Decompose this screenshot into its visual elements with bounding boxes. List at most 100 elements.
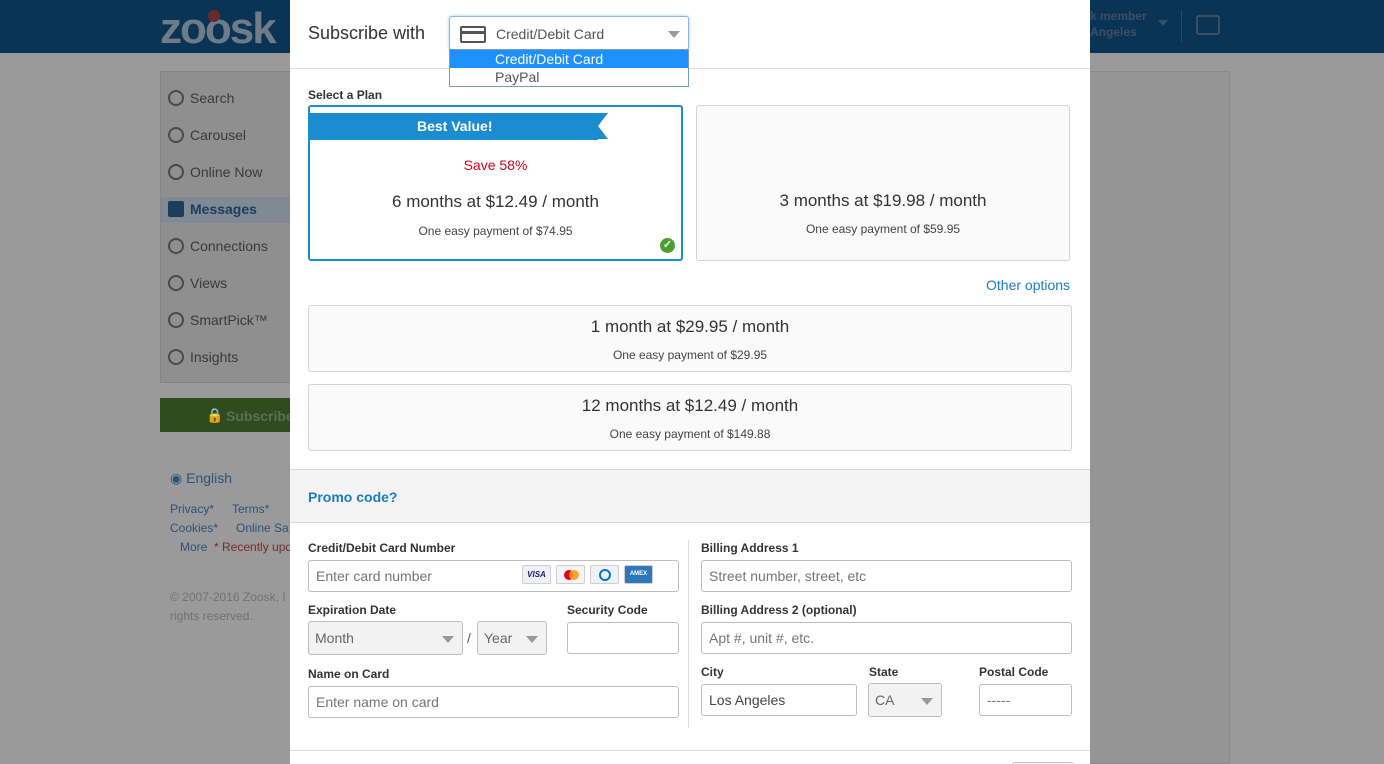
sidebar-item-search[interactable]: Search — [168, 88, 234, 108]
city-label: City — [701, 665, 724, 679]
terms-link[interactable]: Terms* — [232, 502, 269, 516]
sidebar-item-messages[interactable]: Messages — [168, 199, 257, 219]
connections-icon — [168, 238, 184, 254]
sidebar-item-label: Views — [190, 275, 228, 291]
chevron-down-icon — [442, 636, 454, 643]
plan-price: 1 month at $29.95 / month — [590, 317, 790, 336]
sidebar-item-insights[interactable]: Insights — [168, 347, 238, 367]
chevron-down-icon[interactable] — [1158, 20, 1168, 26]
sidebar-item-views[interactable]: Views — [168, 273, 227, 293]
plan-card-1-month[interactable]: 1 month at $29.95 / month One easy payme… — [308, 305, 1072, 372]
american-express-icon: AMEX — [624, 565, 653, 584]
best-value-ribbon: Best Value! — [308, 113, 598, 140]
security-code-input[interactable] — [567, 622, 679, 654]
chevron-down-icon — [921, 698, 933, 705]
expiration-year-select[interactable]: Year — [477, 621, 547, 655]
sidebar-item-label: Messages — [190, 201, 257, 217]
subscription-modal: Subscribe with Credit/Debit Card Select … — [290, 0, 1090, 764]
plan-price: 12 months at $12.49 / month — [581, 396, 799, 415]
form-divider — [688, 540, 689, 728]
month-value: Month — [315, 630, 354, 646]
payment-option-paypal[interactable]: PayPal — [450, 68, 688, 86]
user-menu[interactable]: k member Angeles — [1090, 8, 1147, 40]
logo-heart-icon — [208, 10, 220, 22]
payment-method-select[interactable]: Credit/Debit Card — [449, 16, 689, 50]
copyright-line1: © 2007-2016 Zoosk, I — [170, 590, 286, 604]
cookies-link[interactable]: Cookies* — [170, 521, 218, 535]
plan-card-6-months[interactable]: Best Value! Save 58% 6 months at $12.49 … — [308, 105, 683, 261]
sidebar-item-connections[interactable]: Connections — [168, 236, 268, 256]
views-icon — [168, 275, 184, 291]
plan-card-12-months[interactable]: 12 months at $12.49 / month One easy pay… — [308, 384, 1072, 451]
copyright-line2: rights reserved. — [170, 609, 253, 623]
subscribe-with-label: Subscribe with — [308, 23, 426, 43]
sidebar-item-label: Search — [190, 90, 235, 106]
state-select[interactable]: CA — [868, 683, 942, 717]
expiration-month-select[interactable]: Month — [308, 621, 463, 655]
year-value: Year — [484, 630, 513, 646]
plan-payment: One easy payment of $149.88 — [609, 427, 771, 441]
sidebar-item-label: Insights — [190, 349, 239, 365]
chat-icon[interactable] — [1196, 15, 1220, 35]
billing-address-1-input[interactable] — [701, 560, 1072, 592]
online-now-icon — [168, 164, 184, 180]
plan-payment: One easy payment of $59.95 — [805, 222, 961, 236]
ribbon-tail — [598, 113, 608, 139]
plan-card-3-months[interactable]: 3 months at $19.98 / month One easy paym… — [696, 105, 1070, 261]
sidebar-item-label: Connections — [190, 238, 268, 254]
billing-address-2-label: Billing Address 2 (optional) — [701, 603, 857, 617]
sidebar-subscribe-button[interactable]: 🔒 Subscribe — [160, 398, 295, 432]
plan-price: 3 months at $19.98 / month — [779, 191, 987, 210]
right-panel — [1090, 71, 1230, 764]
postal-code-input[interactable] — [979, 684, 1072, 716]
city-input[interactable] — [701, 684, 857, 716]
smartpick-icon — [168, 312, 184, 328]
plan-payment: One easy payment of $74.95 — [418, 224, 573, 238]
accepted-cards: VISA AMEX — [522, 565, 653, 584]
privacy-link[interactable]: Privacy* — [170, 502, 214, 516]
payment-method-value: Credit/Debit Card — [496, 26, 605, 42]
plan-price: 6 months at $12.49 / month — [392, 192, 599, 211]
sidebar-item-carousel[interactable]: Carousel — [168, 125, 246, 145]
date-separator: / — [467, 630, 471, 646]
billing-address-1-label: Billing Address 1 — [701, 541, 799, 555]
sidebar — [160, 71, 300, 383]
sidebar-item-smartpick[interactable]: SmartPick™ — [168, 310, 268, 330]
visa-icon: VISA — [522, 565, 551, 584]
other-options-link[interactable]: Other options — [986, 277, 1070, 293]
messages-icon — [168, 201, 184, 217]
sidebar-item-label: SmartPick™ — [190, 312, 268, 328]
language-label: English — [186, 470, 233, 486]
payment-method-dropdown: Credit/Debit Card PayPal — [449, 49, 689, 87]
user-menu-line2: Angeles — [1090, 25, 1137, 39]
modal-footer-divider — [290, 750, 1090, 751]
zoosk-logo[interactable]: zoosk — [160, 4, 277, 54]
subscribe-button-label: Subscribe — [226, 408, 294, 424]
search-icon — [168, 90, 184, 106]
promo-section: Promo code? — [290, 469, 1090, 523]
promo-code-link[interactable]: Promo code? — [308, 489, 397, 505]
more-link[interactable]: More — [180, 540, 207, 554]
insights-icon — [168, 349, 184, 365]
chevron-down-icon — [526, 636, 538, 643]
credit-card-icon — [460, 26, 486, 43]
card-number-label: Credit/Debit Card Number — [308, 541, 456, 555]
save-percent: Save 58% — [463, 157, 528, 173]
chevron-down-icon — [668, 31, 680, 38]
state-value: CA — [875, 692, 895, 708]
language-selector[interactable]: ◉ English — [170, 470, 232, 487]
name-on-card-label: Name on Card — [308, 667, 390, 681]
name-on-card-input[interactable] — [308, 686, 679, 718]
online-safety-link[interactable]: Online Sa — [236, 521, 289, 535]
sidebar-item-label: Online Now — [190, 164, 263, 180]
recently-updated-note: * Recently upd — [214, 540, 293, 554]
sidebar-item-online-now[interactable]: Online Now — [168, 162, 262, 182]
modal-header: Subscribe with Credit/Debit Card — [290, 0, 1090, 69]
payment-option-credit-debit-card[interactable]: Credit/Debit Card — [450, 50, 688, 68]
expiration-date-label: Expiration Date — [308, 603, 397, 617]
user-menu-line1: k member — [1090, 9, 1147, 23]
billing-address-2-input[interactable] — [701, 622, 1072, 654]
sidebar-item-label: Carousel — [190, 127, 247, 143]
postal-code-label: Postal Code — [979, 665, 1049, 679]
security-code-label: Security Code — [567, 603, 648, 617]
